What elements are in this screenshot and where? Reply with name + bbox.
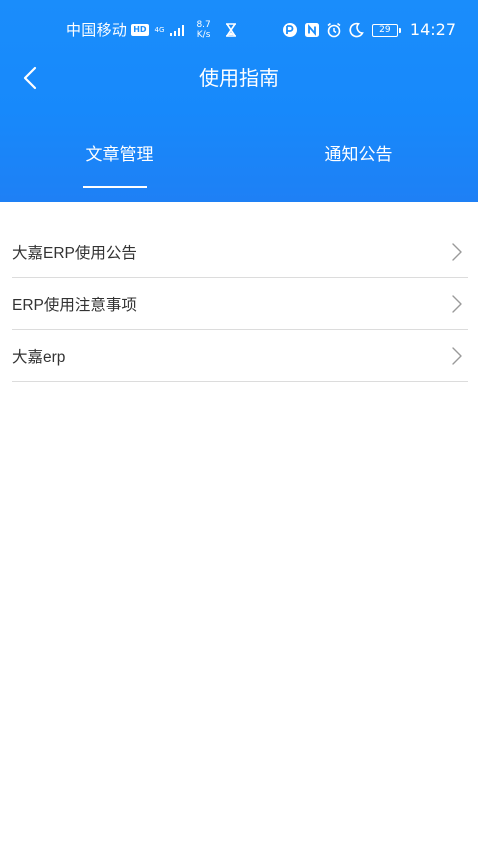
page-title: 使用指南 <box>199 66 279 90</box>
list-item-label: 大嘉ERP使用公告 <box>12 244 137 262</box>
data-saver-icon <box>282 23 297 37</box>
chevron-right-icon <box>452 294 462 313</box>
article-list: 大嘉ERP使用公告 ERP使用注意事项 大嘉erp <box>12 226 468 382</box>
status-clock: 14:27 <box>409 20 456 39</box>
network-speed-value: 8.7 <box>196 20 211 30</box>
list-item[interactable]: ERP使用注意事项 <box>12 278 468 330</box>
status-bar-left: 中国移动 HD 4G 8.7 K/s <box>66 19 237 41</box>
status-bar: 中国移动 HD 4G 8.7 K/s 29 14:27 <box>0 0 478 60</box>
hourglass-icon <box>225 23 236 37</box>
network-speed: 8.7 K/s <box>196 20 210 40</box>
hd-badge: HD <box>131 24 149 36</box>
network-type-label: 4G <box>154 26 165 34</box>
do-not-disturb-moon-icon <box>349 22 364 38</box>
list-item[interactable]: 大嘉erp <box>12 330 468 382</box>
carrier-name: 中国移动 <box>66 21 128 39</box>
chevron-right-icon <box>452 242 462 261</box>
list-item[interactable]: 大嘉ERP使用公告 <box>12 226 468 278</box>
header: 中国移动 HD 4G 8.7 K/s 29 14:27 使用指南 文章管理 通知… <box>0 0 478 202</box>
network-type: 4G <box>155 26 165 34</box>
active-tab-indicator <box>83 186 147 188</box>
chevron-right-icon <box>452 346 462 365</box>
network-speed-unit: K/s <box>196 30 211 40</box>
battery-icon: 29 <box>371 23 401 37</box>
status-bar-right: 29 14:27 <box>282 19 456 41</box>
tab-notice-announcement[interactable]: 通知公告 <box>239 140 478 170</box>
signal-strength-icon <box>170 24 185 36</box>
nfc-icon <box>304 23 319 37</box>
list-item-label: ERP使用注意事项 <box>12 296 137 314</box>
tab-article-management[interactable]: 文章管理 <box>0 140 239 170</box>
alarm-icon <box>327 22 341 38</box>
list-item-label: 大嘉erp <box>12 348 66 366</box>
